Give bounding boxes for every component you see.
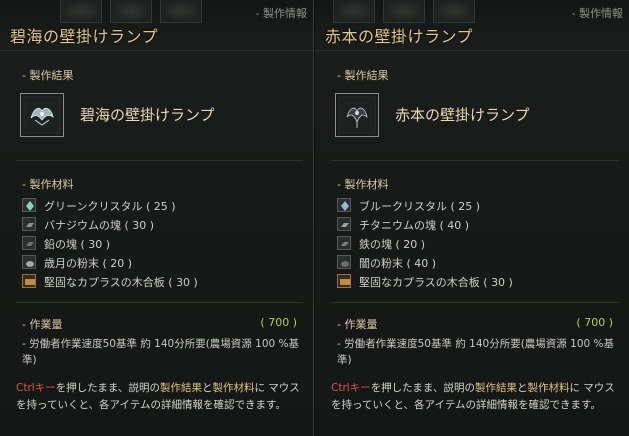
hint-result-text: 製作結果 bbox=[159, 382, 202, 394]
hint-text: と bbox=[516, 382, 528, 394]
divider bbox=[16, 160, 303, 161]
material-name: 堅固なカプラスの木合板 ( 30 ) bbox=[359, 276, 513, 289]
work-amount-label: - 作業量 bbox=[337, 318, 378, 331]
hint-text: を押したまま、説明の bbox=[370, 382, 475, 394]
powder-icon bbox=[22, 255, 36, 269]
background-slot-icon bbox=[60, 0, 102, 23]
background-slot-icon bbox=[110, 0, 152, 23]
material-name: バナジウムの塊 ( 30 ) bbox=[44, 219, 155, 232]
ctrl-hint-text: Ctrlキーを押したまま、説明の製作結果と製作材料に マウスを持っていくと、各ア… bbox=[16, 380, 308, 414]
background-slot-icon bbox=[433, 0, 475, 23]
hint-materials-text: 製作材料 bbox=[527, 382, 570, 394]
materials-section-label: - 製作材料 bbox=[22, 178, 74, 191]
work-amount-row: - 作業量 ( 700 ) bbox=[22, 316, 303, 332]
crafting-info-label: - 製作情報 bbox=[255, 7, 307, 20]
crafting-info-panel-right: - 製作情報 赤本の壁掛けランプ - 製作結果 赤本の壁掛けランプ - 製作材料… bbox=[315, 0, 629, 436]
blue-crystal-icon bbox=[337, 198, 351, 212]
material-name: 闇の粉末 ( 40 ) bbox=[359, 257, 437, 270]
materials-section-label: - 製作材料 bbox=[337, 178, 389, 191]
panel-title: 赤本の壁掛けランプ bbox=[325, 27, 474, 46]
work-amount-value: ( 700 ) bbox=[260, 316, 297, 329]
background-slot-icon bbox=[333, 0, 375, 23]
crafting-info-panel-left: - 製作情報 碧海の壁掛けランプ - 製作結果 碧海の壁掛けランプ - 製作材料… bbox=[0, 0, 314, 436]
work-amount-value: ( 700 ) bbox=[576, 316, 613, 329]
iron-ingot-icon bbox=[337, 236, 351, 250]
background-slot-icon bbox=[160, 0, 202, 23]
hint-text: を押したまま、説明の bbox=[55, 382, 160, 394]
ctrl-key-text: Ctrlキー bbox=[331, 382, 371, 394]
result-item-name: 赤本の壁掛けランプ bbox=[395, 106, 530, 124]
work-amount-row: - 作業量 ( 700 ) bbox=[337, 316, 619, 332]
result-section-label: - 製作結果 bbox=[337, 69, 389, 82]
result-section-label: - 製作結果 bbox=[22, 69, 74, 82]
work-amount-label: - 作業量 bbox=[22, 318, 63, 331]
hint-text: と bbox=[201, 382, 213, 394]
vanadium-ingot-icon bbox=[22, 217, 36, 231]
material-name: 歳月の粉末 ( 20 ) bbox=[44, 257, 133, 270]
material-name: グリーンクリスタル ( 25 ) bbox=[44, 200, 176, 213]
titanium-ingot-icon bbox=[337, 217, 351, 231]
divider bbox=[16, 302, 303, 303]
material-name: チタニウムの塊 ( 40 ) bbox=[359, 219, 470, 232]
work-description: - 労働者作業速度50基準 約 140分所要(農場資源 100 %基準) bbox=[22, 338, 299, 366]
result-item-slot[interactable] bbox=[335, 93, 379, 137]
result-item-name: 碧海の壁掛けランプ bbox=[80, 106, 215, 124]
hint-result-text: 製作結果 bbox=[474, 382, 517, 394]
panel-title: 碧海の壁掛けランプ bbox=[10, 27, 159, 46]
result-item-slot[interactable] bbox=[20, 93, 64, 137]
work-description: - 労働者作業速度50基準 約 140分所要(農場資源 100 %基準) bbox=[337, 338, 614, 366]
dark-lamp-icon bbox=[340, 98, 374, 132]
material-name: 鉄の塊 ( 20 ) bbox=[359, 238, 426, 251]
ctrl-key-text: Ctrlキー bbox=[16, 382, 56, 394]
plywood-icon bbox=[22, 274, 36, 288]
crafting-info-label: - 製作情報 bbox=[571, 7, 623, 20]
divider bbox=[331, 302, 619, 303]
material-name: ブルークリスタル ( 25 ) bbox=[359, 200, 481, 213]
background-slot-icon bbox=[383, 0, 425, 23]
material-name: 鉛の塊 ( 30 ) bbox=[44, 238, 111, 251]
material-name: 堅固なカプラスの木合板 ( 30 ) bbox=[44, 276, 198, 289]
dark-powder-icon bbox=[337, 255, 351, 269]
plywood-icon bbox=[337, 274, 351, 288]
teal-lamp-icon bbox=[25, 98, 59, 132]
hint-materials-text: 製作材料 bbox=[212, 382, 255, 394]
divider bbox=[331, 160, 619, 161]
ctrl-hint-text: Ctrlキーを押したまま、説明の製作結果と製作材料に マウスを持っていくと、各ア… bbox=[331, 380, 623, 414]
green-crystal-icon bbox=[22, 198, 36, 212]
lead-ingot-icon bbox=[22, 236, 36, 250]
